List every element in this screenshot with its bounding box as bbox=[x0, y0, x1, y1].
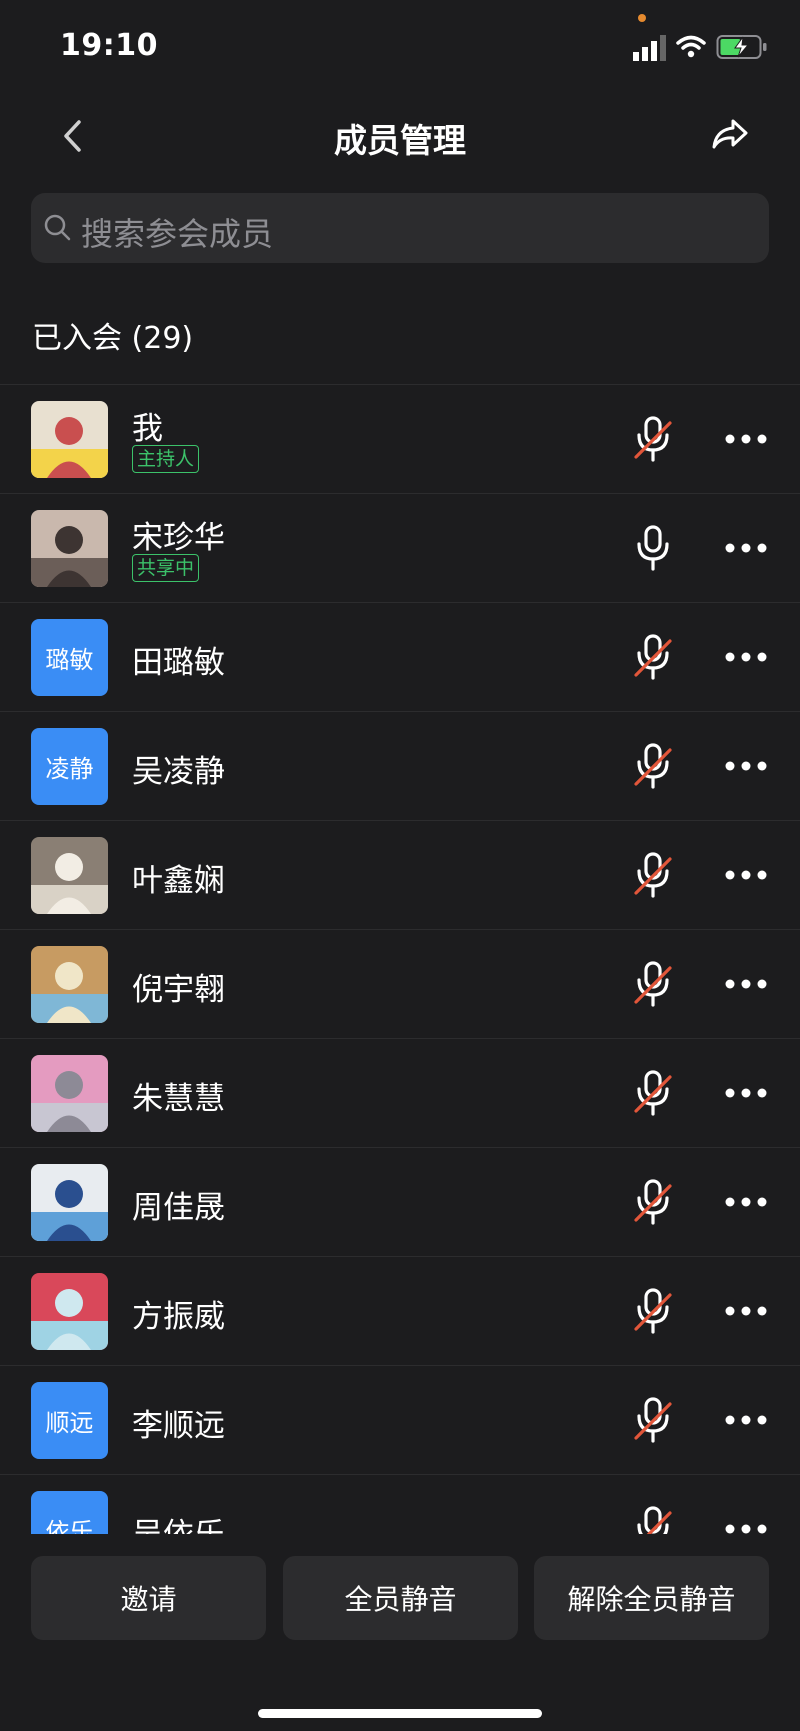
member-name: 宋珍华 bbox=[132, 520, 225, 556]
invite-button[interactable]: 邀请 bbox=[31, 1556, 266, 1640]
cellular-signal-icon bbox=[633, 35, 666, 61]
more-options-icon[interactable] bbox=[722, 639, 770, 675]
more-options-icon[interactable] bbox=[722, 1511, 770, 1534]
more-options-icon[interactable] bbox=[722, 1402, 770, 1438]
mute-all-button[interactable]: 全员静音 bbox=[283, 1556, 518, 1640]
avatar-photo-icon bbox=[31, 1055, 108, 1132]
privacy-indicator-dot bbox=[638, 14, 646, 22]
search-icon bbox=[44, 214, 71, 241]
avatar-photo-icon bbox=[31, 510, 108, 587]
member-row[interactable]: 周佳晟 bbox=[0, 1147, 800, 1256]
mic-muted-icon[interactable] bbox=[630, 1287, 676, 1335]
role-tag: 共享中 bbox=[132, 554, 200, 582]
avatar bbox=[31, 1164, 108, 1241]
status-time: 19:10 bbox=[60, 28, 158, 63]
avatar-photo-icon bbox=[31, 401, 108, 478]
joined-section-label: 已入会 (29) bbox=[32, 321, 194, 356]
avatar: 璐敏 bbox=[31, 619, 108, 696]
mic-muted-icon[interactable] bbox=[630, 1505, 676, 1534]
bottom-action-bar: 邀请 全员静音 解除全员静音 bbox=[0, 1534, 800, 1731]
mic-muted-icon[interactable] bbox=[630, 851, 676, 899]
member-row[interactable]: 璐敏 田璐敏 bbox=[0, 602, 800, 711]
more-options-icon[interactable] bbox=[722, 1293, 770, 1329]
member-name: 田璐敏 bbox=[132, 645, 225, 681]
more-options-icon[interactable] bbox=[722, 857, 770, 893]
more-options-icon[interactable] bbox=[722, 1184, 770, 1220]
unmute-all-button[interactable]: 解除全员静音 bbox=[534, 1556, 769, 1640]
search-input[interactable]: 搜索参会成员 bbox=[31, 193, 769, 263]
page-title: 成员管理 bbox=[334, 121, 466, 160]
avatar bbox=[31, 946, 108, 1023]
member-row[interactable]: 凌静 吴凌静 bbox=[0, 711, 800, 820]
mic-muted-icon[interactable] bbox=[630, 1396, 676, 1444]
mic-muted-icon[interactable] bbox=[630, 415, 676, 463]
member-name: 我 bbox=[132, 411, 163, 447]
member-name: 周佳晟 bbox=[132, 1190, 225, 1226]
search-placeholder: 搜索参会成员 bbox=[81, 215, 274, 253]
mic-muted-icon[interactable] bbox=[630, 1178, 676, 1226]
mic-icon[interactable] bbox=[630, 524, 676, 572]
member-row[interactable]: 方振威 bbox=[0, 1256, 800, 1365]
avatar bbox=[31, 1055, 108, 1132]
more-options-icon[interactable] bbox=[722, 966, 770, 1002]
role-tag: 主持人 bbox=[132, 445, 200, 473]
avatar bbox=[31, 837, 108, 914]
avatar-photo-icon bbox=[31, 1164, 108, 1241]
avatar-photo-icon bbox=[31, 1273, 108, 1350]
member-row[interactable]: 顺远 李顺远 bbox=[0, 1365, 800, 1474]
mic-muted-icon[interactable] bbox=[630, 633, 676, 681]
member-name: 方振威 bbox=[132, 1299, 225, 1335]
member-name: 朱慧慧 bbox=[132, 1081, 225, 1117]
member-row[interactable]: 朱慧慧 bbox=[0, 1038, 800, 1147]
member-row[interactable]: 依乐吴依乐 bbox=[0, 1474, 800, 1534]
member-row[interactable]: 倪宇翱 bbox=[0, 929, 800, 1038]
avatar-photo-icon bbox=[31, 837, 108, 914]
share-icon bbox=[712, 119, 748, 149]
avatar bbox=[31, 510, 108, 587]
navigation-bar: 成员管理 bbox=[0, 92, 800, 180]
mic-muted-icon[interactable] bbox=[630, 742, 676, 790]
avatar bbox=[31, 1273, 108, 1350]
battery-charging-icon bbox=[716, 35, 767, 59]
more-options-icon[interactable] bbox=[722, 421, 770, 457]
member-name: 倪宇翱 bbox=[132, 972, 225, 1008]
share-button[interactable] bbox=[706, 110, 754, 158]
home-indicator bbox=[258, 1709, 542, 1718]
status-bar: 19:10 bbox=[0, 0, 800, 92]
member-list: 我主持人 宋珍华 共享中 璐敏 田璐敏 凌静 吴凌静 叶鑫娴 倪宇翱 朱慧慧 周佳晟 方振威 顺远 李顺远… bbox=[0, 384, 800, 1534]
member-name: 叶鑫娴 bbox=[132, 863, 225, 899]
avatar: 凌静 bbox=[31, 728, 108, 805]
more-options-icon[interactable] bbox=[722, 530, 770, 566]
mic-muted-icon[interactable] bbox=[630, 1069, 676, 1117]
mic-muted-icon[interactable] bbox=[630, 960, 676, 1008]
member-row[interactable]: 宋珍华 共享中 bbox=[0, 493, 800, 602]
avatar bbox=[31, 401, 108, 478]
wifi-icon bbox=[676, 35, 706, 58]
member-row[interactable]: 叶鑫娴 bbox=[0, 820, 800, 929]
avatar-photo-icon bbox=[31, 946, 108, 1023]
member-name: 吴凌静 bbox=[132, 754, 225, 790]
more-options-icon[interactable] bbox=[722, 748, 770, 784]
member-name: 李顺远 bbox=[132, 1408, 225, 1444]
more-options-icon[interactable] bbox=[722, 1075, 770, 1111]
avatar: 顺远 bbox=[31, 1382, 108, 1459]
avatar: 依乐 bbox=[31, 1491, 108, 1534]
member-name: 吴依乐 bbox=[132, 1509, 225, 1534]
member-row[interactable]: 我主持人 bbox=[0, 384, 800, 493]
